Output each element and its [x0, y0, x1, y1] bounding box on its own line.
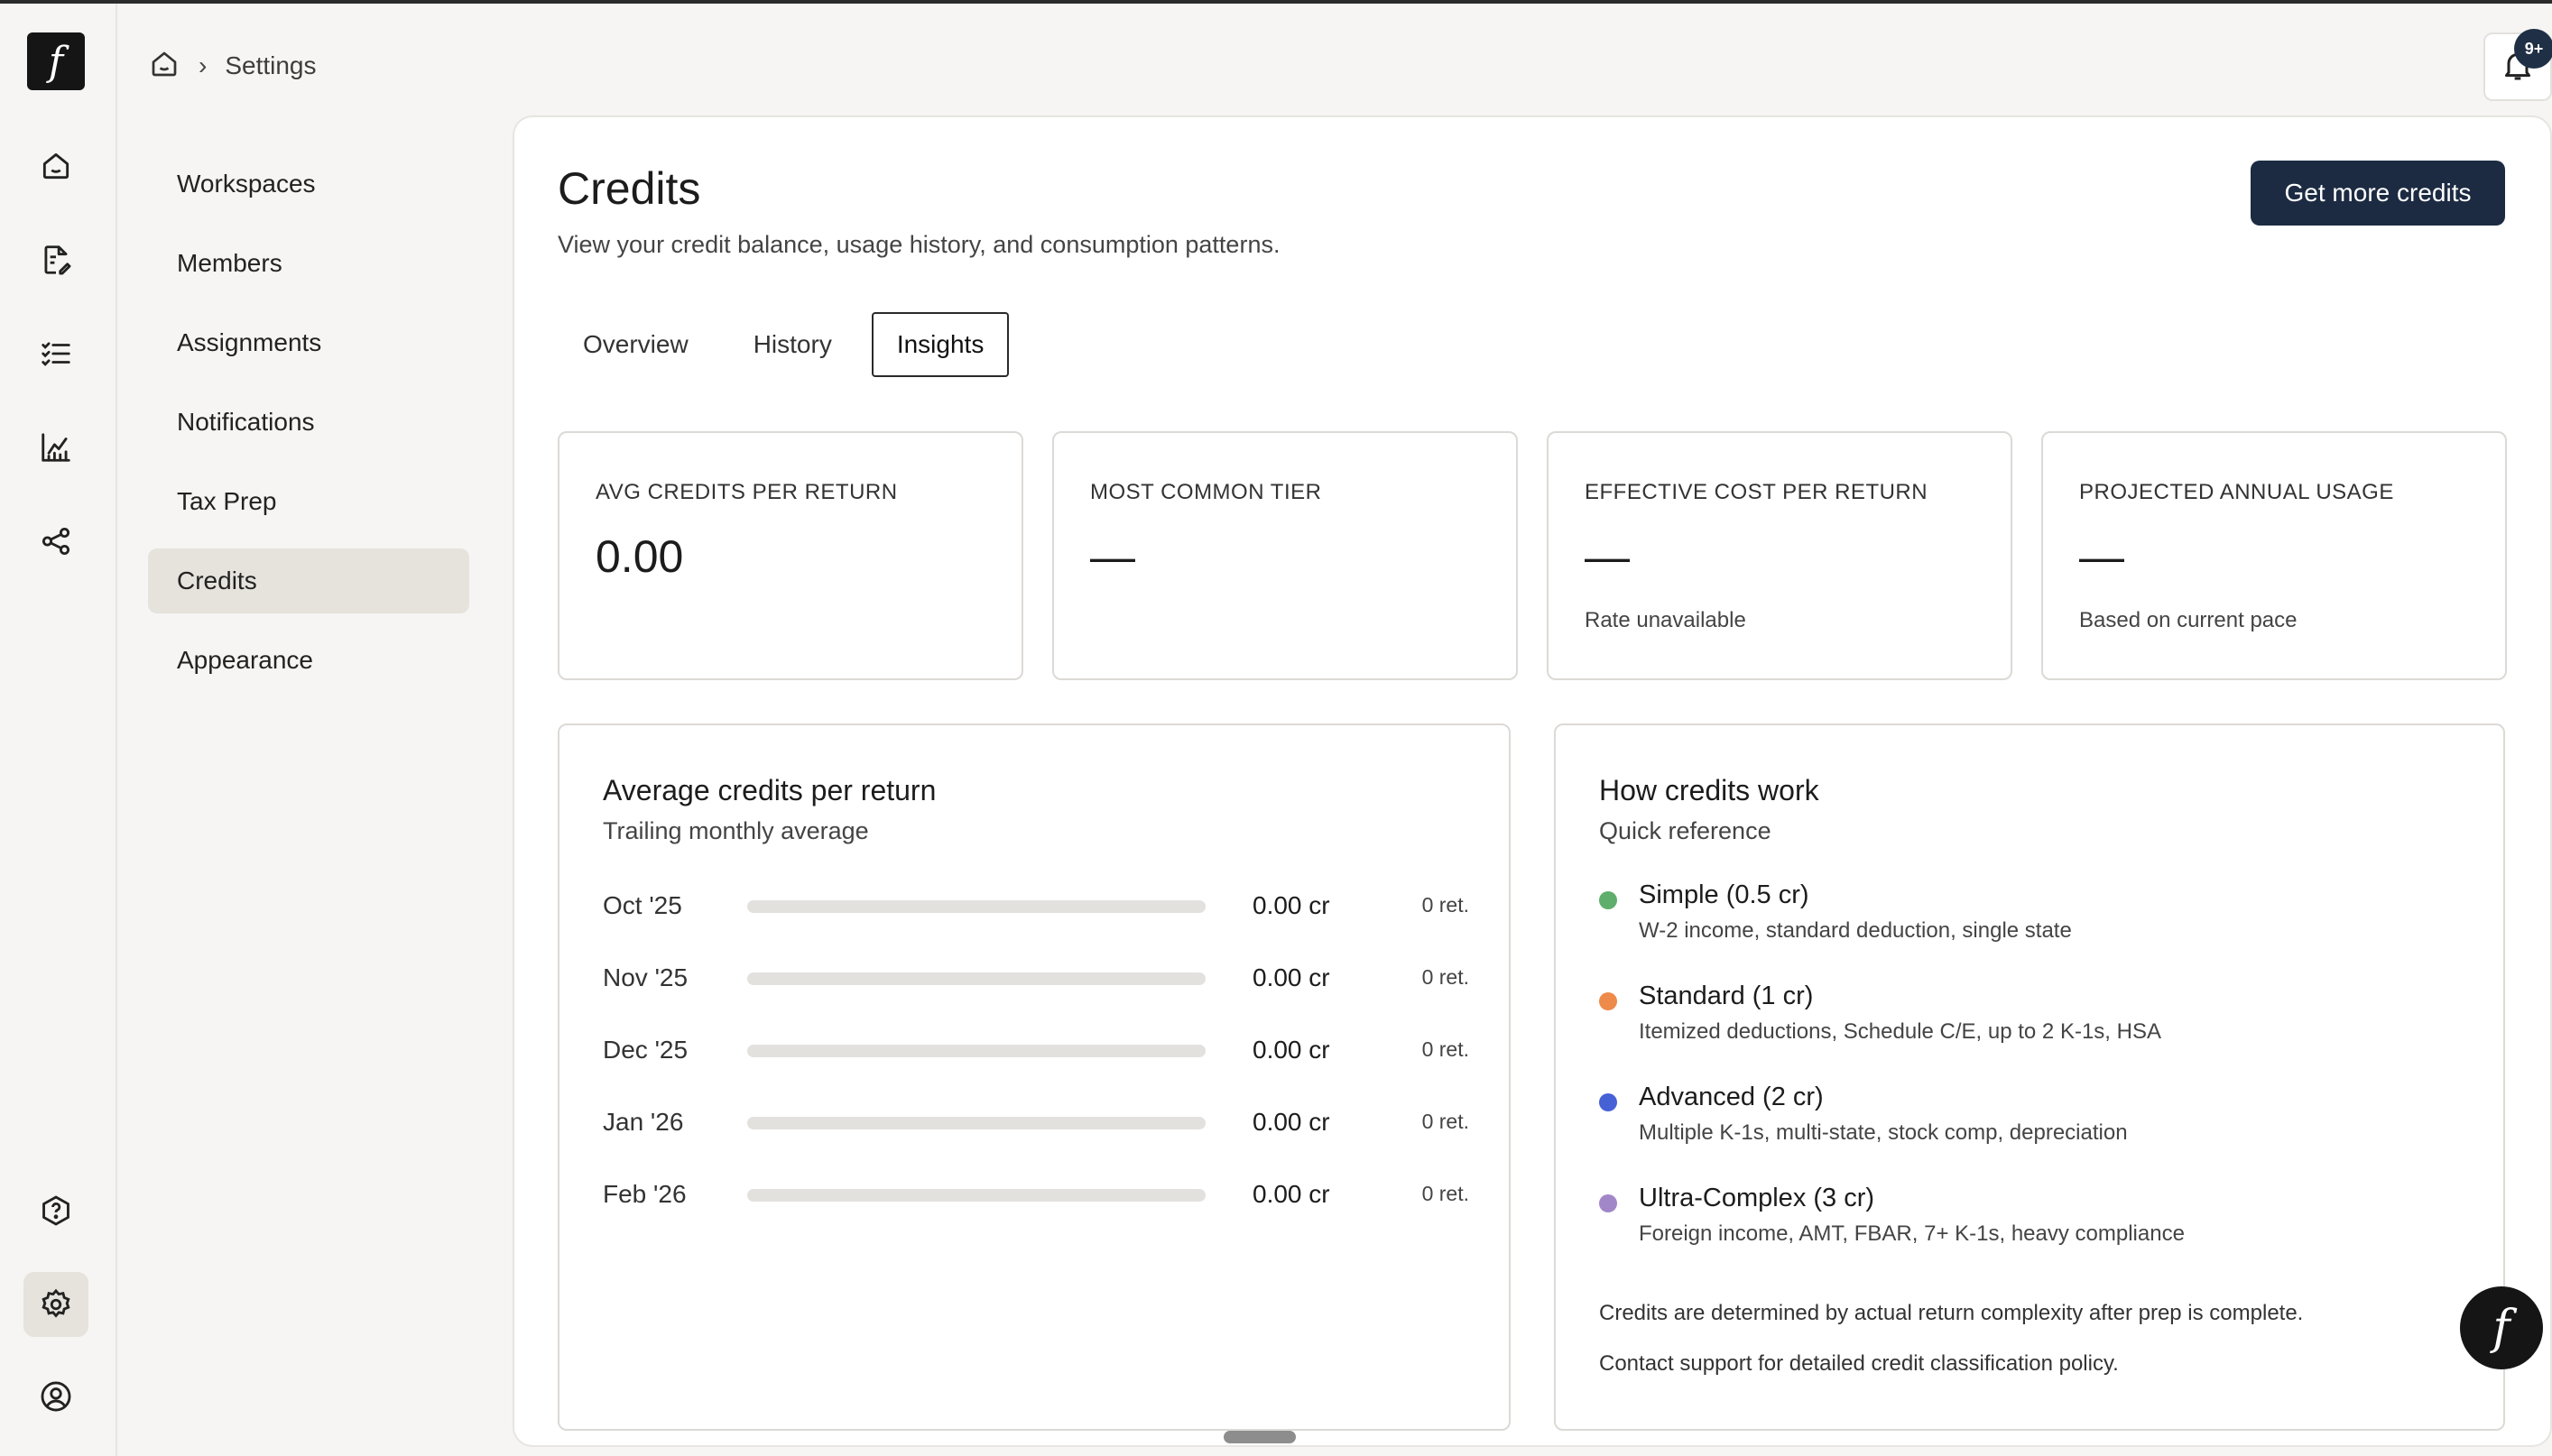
stat-label: PROJECTED ANNUAL USAGE	[2079, 480, 2394, 504]
usage-returns: 0 ret.	[1421, 1110, 1469, 1133]
notification-count-badge: 9+	[2514, 29, 2552, 69]
app-logo[interactable]: f	[27, 32, 85, 90]
breadcrumb: › Settings	[148, 47, 317, 85]
stat-value: —	[1090, 531, 1135, 582]
tier-description: Multiple K-1s, multi-state, stock comp, …	[1639, 1120, 2128, 1145]
tier-color-dot	[1599, 1093, 1617, 1111]
tab-insights[interactable]: Insights	[871, 312, 1010, 377]
nav-item-notifications[interactable]: Notifications	[148, 390, 469, 455]
card-subtitle: Trailing monthly average	[603, 817, 869, 844]
usage-returns: 0 ret.	[1421, 1182, 1469, 1205]
get-more-credits-button[interactable]: Get more credits	[2251, 161, 2505, 226]
usage-row: Dec '25 0.00 cr 0 ret.	[603, 1032, 1469, 1068]
usage-row: Nov '25 0.00 cr 0 ret.	[603, 960, 1469, 996]
share-icon[interactable]	[32, 518, 79, 565]
page-title: Credits	[558, 163, 701, 214]
stat-card-avg-credits: AVG CREDITS PER RETURN 0.00	[558, 431, 1023, 680]
credits-tabs: Overview History Insights	[558, 312, 1010, 377]
tier-name: Standard (1 cr)	[1639, 981, 1814, 1010]
usage-credits: 0.00 cr	[1253, 891, 1330, 919]
tier-standard: Standard (1 cr) Itemized deductions, Sch…	[1599, 981, 2465, 1054]
usage-row: Oct '25 0.00 cr 0 ret.	[603, 888, 1469, 924]
card-title: Average credits per return	[603, 774, 937, 806]
card-subtitle: Quick reference	[1599, 817, 1771, 844]
tier-name: Advanced (2 cr)	[1639, 1083, 1824, 1111]
tab-history[interactable]: History	[728, 312, 857, 377]
usage-bar	[747, 900, 1206, 913]
usage-month: Jan '26	[603, 1108, 684, 1136]
usage-credits: 0.00 cr	[1253, 1180, 1330, 1208]
usage-credits: 0.00 cr	[1253, 1036, 1330, 1064]
average-credits-card: Average credits per return Trailing mont…	[558, 723, 1511, 1431]
tier-color-dot	[1599, 1194, 1617, 1212]
tier-description: Foreign income, AMT, FBAR, 7+ K-1s, heav…	[1639, 1221, 2185, 1246]
nav-item-members[interactable]: Members	[148, 231, 469, 296]
usage-credits: 0.00 cr	[1253, 963, 1330, 991]
scroll-handle[interactable]	[1224, 1431, 1296, 1443]
tier-color-dot	[1599, 891, 1617, 909]
chart-icon[interactable]	[32, 424, 79, 471]
checklist-icon[interactable]	[32, 330, 79, 377]
stat-label: EFFECTIVE COST PER RETURN	[1585, 480, 1928, 504]
icon-rail: f	[0, 4, 117, 1456]
usage-bar	[747, 1117, 1206, 1129]
usage-row: Feb '26 0.00 cr 0 ret.	[603, 1176, 1469, 1212]
chevron-right-icon: ›	[199, 51, 208, 79]
how-credits-work-card: How credits work Quick reference Simple …	[1554, 723, 2505, 1431]
credits-footnote: Credits are determined by actual return …	[1599, 1301, 2304, 1325]
nav-item-tax-prep[interactable]: Tax Prep	[148, 469, 469, 534]
settings-nav: Workspaces Members Assignments Notificat…	[148, 152, 469, 707]
usage-month: Feb '26	[603, 1180, 687, 1208]
usage-credits: 0.00 cr	[1253, 1108, 1330, 1136]
nav-item-appearance[interactable]: Appearance	[148, 628, 469, 693]
usage-returns: 0 ret.	[1421, 1037, 1469, 1061]
tier-name: Ultra-Complex (3 cr)	[1639, 1184, 1875, 1212]
tier-advanced: Advanced (2 cr) Multiple K-1s, multi-sta…	[1599, 1083, 2465, 1155]
tier-description: W-2 income, standard deduction, single s…	[1639, 918, 2072, 943]
usage-bar	[747, 972, 1206, 985]
home-icon[interactable]	[32, 143, 79, 189]
usage-returns: 0 ret.	[1421, 893, 1469, 917]
tier-name: Simple (0.5 cr)	[1639, 880, 1809, 909]
account-icon[interactable]	[32, 1373, 79, 1420]
usage-bar	[747, 1045, 1206, 1057]
stat-card-projected-usage: PROJECTED ANNUAL USAGE — Based on curren…	[2041, 431, 2507, 680]
usage-month: Nov '25	[603, 963, 689, 991]
stat-note: Based on current pace	[2079, 608, 2298, 632]
stat-value: —	[1585, 531, 1630, 582]
stat-label: MOST COMMON TIER	[1090, 480, 1322, 504]
usage-month: Dec '25	[603, 1036, 689, 1064]
page-subtitle: View your credit balance, usage history,…	[558, 231, 1281, 258]
usage-row: Jan '26 0.00 cr 0 ret.	[603, 1104, 1469, 1140]
tab-overview[interactable]: Overview	[558, 312, 714, 377]
stat-value: —	[2079, 531, 2124, 582]
tier-description: Itemized deductions, Schedule C/E, up to…	[1639, 1019, 2161, 1044]
card-title: How credits work	[1599, 774, 1819, 806]
document-edit-icon[interactable]	[32, 236, 79, 283]
tier-ultra-complex: Ultra-Complex (3 cr) Foreign income, AMT…	[1599, 1184, 2465, 1256]
usage-month: Oct '25	[603, 891, 682, 919]
support-note: Contact support for detailed credit clas…	[1599, 1351, 2119, 1376]
nav-item-workspaces[interactable]: Workspaces	[148, 152, 469, 217]
stat-value: 0.00	[596, 531, 684, 582]
tier-color-dot	[1599, 992, 1617, 1010]
usage-bar	[747, 1189, 1206, 1202]
breadcrumb-home-icon[interactable]	[148, 48, 180, 85]
assistant-fab[interactable]: f	[2460, 1286, 2543, 1369]
breadcrumb-current: Settings	[225, 51, 317, 79]
stat-note: Rate unavailable	[1585, 608, 1746, 632]
notifications-button[interactable]: 9+	[2483, 29, 2552, 101]
tier-simple: Simple (0.5 cr) W-2 income, standard ded…	[1599, 880, 2465, 953]
nav-item-assignments[interactable]: Assignments	[148, 310, 469, 375]
nav-item-credits[interactable]: Credits	[148, 548, 469, 613]
stat-card-common-tier: MOST COMMON TIER —	[1052, 431, 1518, 680]
stat-card-effective-cost: EFFECTIVE COST PER RETURN — Rate unavail…	[1547, 431, 2012, 680]
window-top-border	[0, 0, 2552, 4]
help-icon[interactable]	[32, 1187, 79, 1234]
stat-label: AVG CREDITS PER RETURN	[596, 480, 898, 504]
usage-returns: 0 ret.	[1421, 965, 1469, 989]
settings-icon[interactable]	[23, 1272, 88, 1337]
